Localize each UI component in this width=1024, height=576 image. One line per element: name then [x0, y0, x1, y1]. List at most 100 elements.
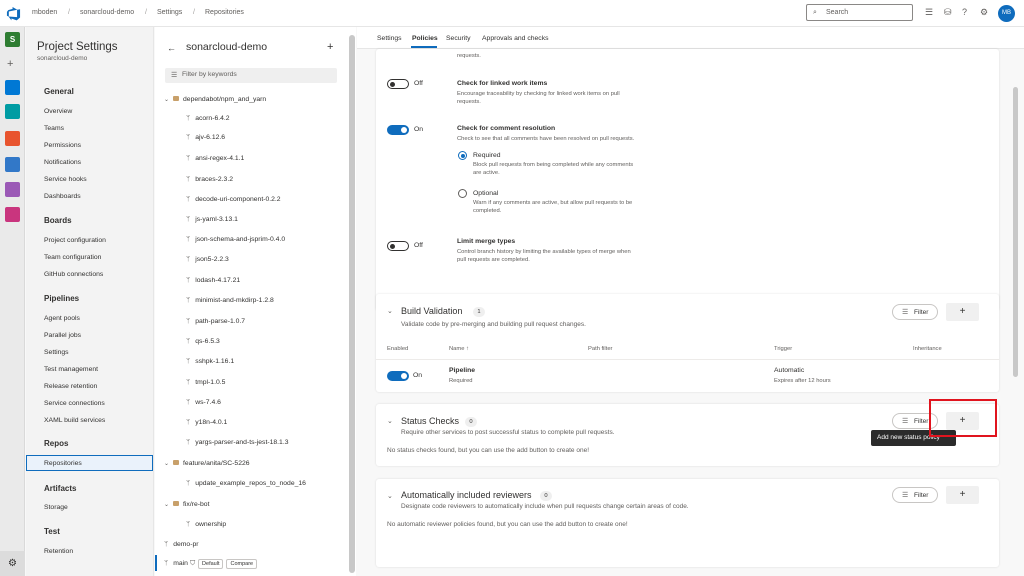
nav-item-agent-pools[interactable]: Agent pools — [44, 315, 80, 322]
nav-item-notifications[interactable]: Notifications — [44, 159, 81, 166]
nav-item-xaml-build-services[interactable]: XAML build services — [44, 417, 105, 424]
linked-work-items-toggle[interactable] — [387, 79, 409, 89]
tree-branch[interactable]: ᛘ decode-uri-component-0.2.2 — [186, 195, 281, 205]
tree-branch[interactable]: ᛘ json-schema-and-jsprim-0.4.0 — [186, 235, 285, 245]
tree-branch[interactable]: ᛘ path-parse-1.0.7 — [186, 317, 245, 327]
tree-folder[interactable]: ⌄ feature/anita/SC-5226 — [164, 459, 250, 469]
search-box[interactable]: ⌕ Search — [806, 4, 913, 21]
tree-branch[interactable]: ᛘ acorn-6.4.2 — [186, 114, 230, 124]
required-radio[interactable] — [458, 151, 467, 160]
tree-branch-main[interactable]: ᛘ main ⛉ Default Compare — [164, 559, 258, 569]
add-reviewer-policy-button[interactable]: + — [946, 486, 979, 504]
chevron-down-icon[interactable]: ⌄ — [387, 307, 393, 315]
tree-branch[interactable]: ᛘ ownership — [186, 520, 226, 530]
tree-branch[interactable]: ᛘ demo-pr — [164, 540, 199, 550]
breadcrumb-project[interactable]: sonarcloud-demo — [80, 9, 134, 16]
compare-badge[interactable]: Compare — [226, 559, 258, 569]
nav-item-project-configuration[interactable]: Project configuration — [44, 237, 106, 244]
merge-types-toggle[interactable] — [387, 241, 409, 251]
boards-icon[interactable] — [5, 104, 20, 119]
new-icon[interactable]: + — [7, 58, 13, 70]
branch-icon: ᛘ — [186, 379, 191, 386]
test-plans-icon[interactable] — [5, 182, 20, 197]
tree-branch[interactable]: ᛘ minimist-and-mkdirp-1.2.8 — [186, 296, 274, 306]
nav-item-team-configuration[interactable]: Team configuration — [44, 254, 101, 261]
shopping-bag-icon[interactable]: ⛁ — [944, 7, 952, 17]
tree-scrollbar[interactable] — [349, 35, 355, 573]
avatar[interactable]: MB — [998, 5, 1015, 22]
overview-icon[interactable] — [5, 80, 20, 95]
nav-item-overview[interactable]: Overview — [44, 108, 72, 115]
tree-branch[interactable]: ᛘ sshpk-1.16.1 — [186, 357, 234, 367]
pipelines-icon[interactable] — [5, 157, 20, 172]
tab-settings[interactable]: Settings — [377, 35, 402, 42]
tab-approvals-and-checks[interactable]: Approvals and checks — [482, 35, 549, 42]
tree-branch[interactable]: ᛘ lodash-4.17.21 — [186, 276, 240, 286]
pipeline-enabled-toggle[interactable] — [387, 371, 409, 381]
build-validation-filter-button[interactable]: ☰ Filter — [892, 304, 938, 320]
column-header[interactable]: Name ↑ — [449, 346, 469, 352]
project-settings-title: Project Settings — [37, 41, 118, 53]
project-settings-gear-icon[interactable]: ⚙ — [0, 551, 25, 576]
nav-heading-boards: Boards — [44, 216, 72, 225]
tree-branch[interactable]: ᛘ tmpl-1.0.5 — [186, 378, 225, 388]
nav-item-retention[interactable]: Retention — [44, 548, 73, 555]
nav-item-test-management[interactable]: Test management — [44, 366, 98, 373]
add-repository-button[interactable]: + — [327, 41, 333, 53]
artifacts-icon[interactable] — [5, 207, 20, 222]
breadcrumb-org[interactable]: mboden — [32, 9, 57, 16]
nav-item-parallel-jobs[interactable]: Parallel jobs — [44, 332, 81, 339]
tree-branch[interactable]: ᛘ ajv-6.12.6 — [186, 133, 225, 143]
project-icon[interactable]: S — [5, 32, 20, 47]
tree-folder[interactable]: ⌄ dependabot/npm_and_yarn — [164, 95, 266, 105]
pipeline-status: Required — [449, 378, 473, 384]
help-icon[interactable]: ? — [962, 7, 967, 17]
tree-branch[interactable]: ᛘ qs-6.5.3 — [186, 337, 220, 347]
azure-devops-logo-icon[interactable] — [6, 6, 21, 21]
tree-branch[interactable]: ᛘ ws-7.4.6 — [186, 398, 221, 408]
optional-radio[interactable] — [458, 189, 467, 198]
main-scrollbar[interactable] — [1013, 87, 1018, 377]
repos-icon[interactable] — [5, 131, 20, 146]
policy-title: Check for comment resolution — [457, 125, 556, 132]
tree-folder[interactable]: ⌄ fix/re-bot — [164, 500, 209, 510]
tree-branch[interactable]: ᛘ json5-2.2.3 — [186, 255, 229, 265]
nav-item-repositories[interactable]: Repositories — [44, 460, 82, 467]
nav-item-service-hooks[interactable]: Service hooks — [44, 176, 87, 183]
tree-branch[interactable]: ᛘ yargs-parser-and-ts-jest-18.1.3 — [186, 438, 289, 448]
tree-branch[interactable]: ᛘ braces-2.3.2 — [186, 175, 233, 185]
nav-heading-pipelines: Pipelines — [44, 294, 80, 303]
tree-branch[interactable]: ᛘ js-yaml-3.13.1 — [186, 215, 238, 225]
tree-branch[interactable]: ᛘ y18n-4.0.1 — [186, 418, 227, 428]
pipeline-name[interactable]: Pipeline — [449, 367, 475, 374]
branch-icon: ᛘ — [186, 277, 191, 284]
radio-desc: Warn if any comments are active, but all… — [473, 200, 633, 206]
branch-label: main — [173, 560, 188, 567]
comment-resolution-toggle[interactable] — [387, 125, 409, 135]
auto-reviewers-filter-button[interactable]: ☰ Filter — [892, 487, 938, 503]
selected-branch-indicator — [155, 555, 157, 571]
back-arrow-icon[interactable]: ← — [167, 43, 176, 53]
nav-item-settings[interactable]: Settings — [44, 349, 69, 356]
tab-policies[interactable]: Policies — [412, 35, 438, 42]
nav-item-dashboards[interactable]: Dashboards — [44, 193, 81, 200]
breadcrumb-repositories[interactable]: Repositories — [205, 9, 244, 16]
nav-item-service-connections[interactable]: Service connections — [44, 400, 105, 407]
chevron-down-icon[interactable]: ⌄ — [387, 417, 393, 425]
tree-branch[interactable]: ᛘ update_example_repos_to_node_16 — [186, 479, 306, 489]
policy-title: Check for linked work items — [457, 80, 548, 87]
nav-item-github-connections[interactable]: GitHub connections — [44, 271, 103, 278]
tree-branch[interactable]: ᛘ ansi-regex-4.1.1 — [186, 154, 244, 164]
list-icon[interactable]: ☰ — [925, 7, 933, 17]
add-build-policy-button[interactable]: + — [946, 303, 979, 321]
chevron-down-icon[interactable]: ⌄ — [387, 492, 393, 500]
project-settings-subtitle: sonarcloud-demo — [37, 55, 88, 62]
tab-security[interactable]: Security — [446, 35, 471, 42]
user-settings-icon[interactable]: ⚙ — [980, 7, 988, 17]
nav-item-permissions[interactable]: Permissions — [44, 142, 81, 149]
nav-item-release-retention[interactable]: Release retention — [44, 383, 97, 390]
nav-item-storage[interactable]: Storage — [44, 504, 68, 511]
repo-filter-input[interactable]: ☰ Filter by keywords — [165, 68, 337, 83]
breadcrumb-settings[interactable]: Settings — [157, 9, 182, 16]
nav-item-teams[interactable]: Teams — [44, 125, 64, 132]
